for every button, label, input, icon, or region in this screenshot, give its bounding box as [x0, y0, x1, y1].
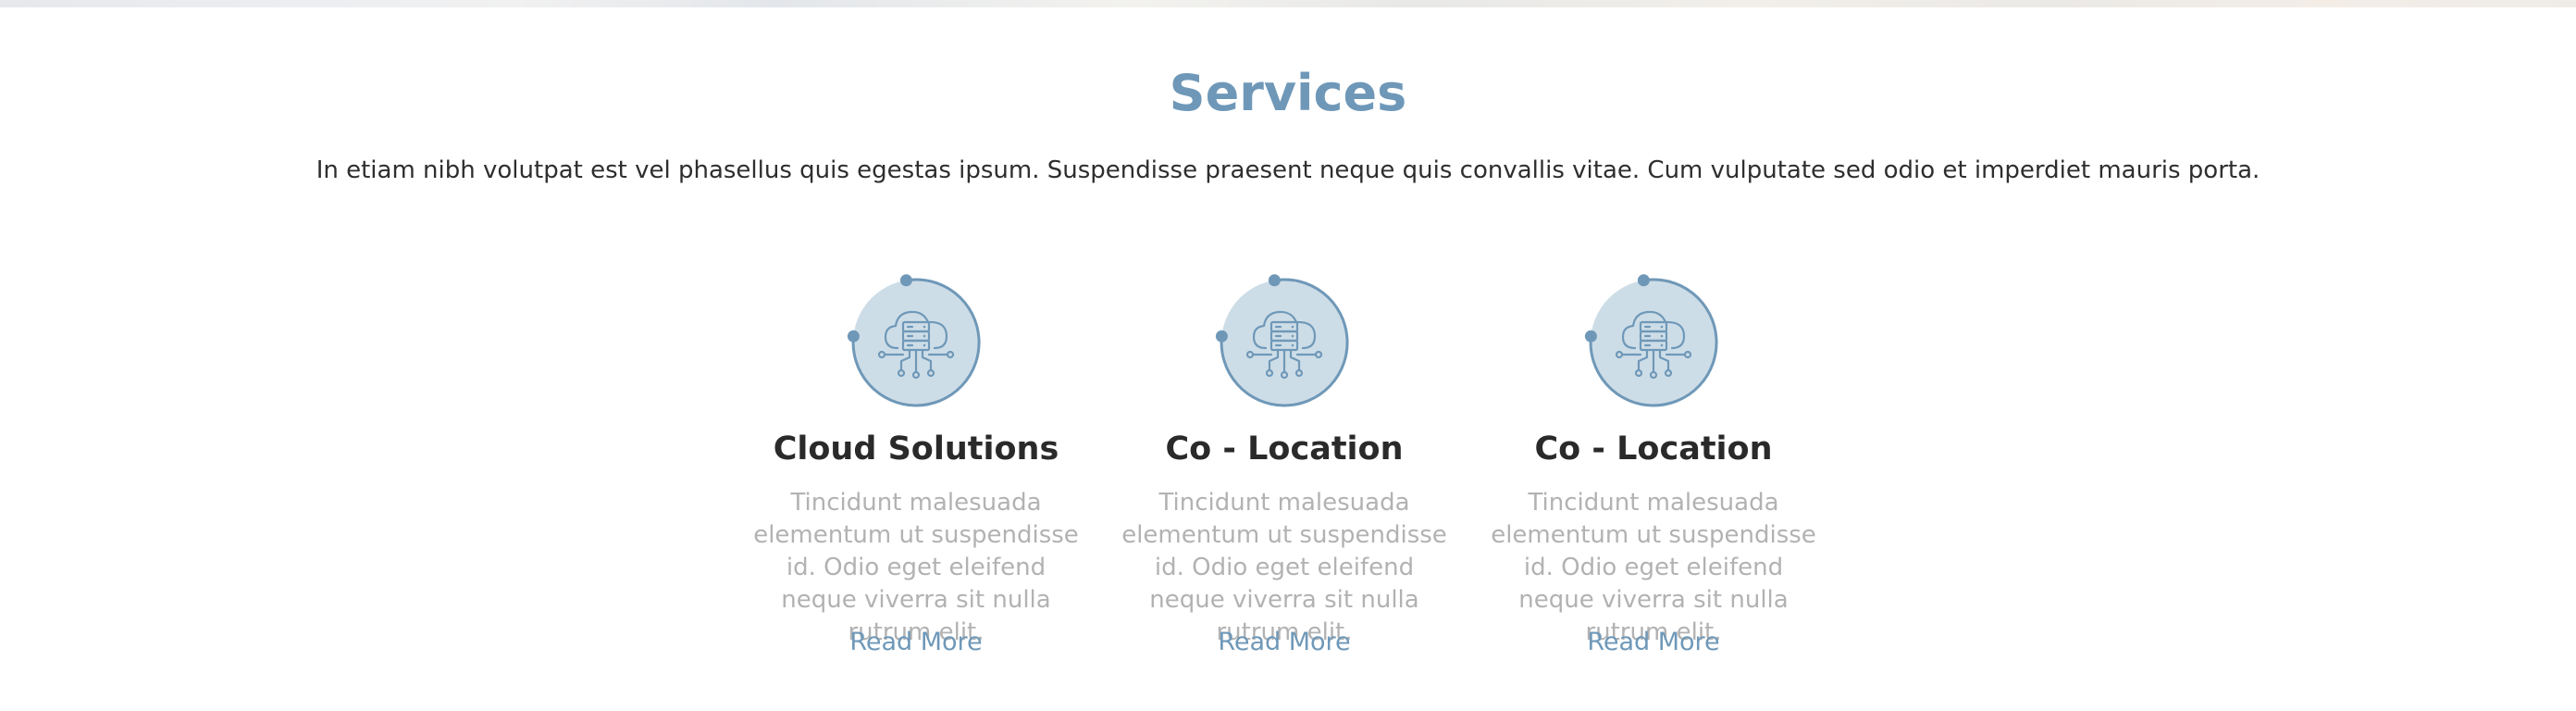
- read-more-link[interactable]: Read More: [731, 626, 1101, 659]
- section-title: Services: [1169, 64, 1407, 122]
- section-intro: In etiam nibh volutpat est vel phasellus…: [316, 156, 2260, 184]
- read-more-link[interactable]: Read More: [1099, 626, 1469, 659]
- service-card-description: Tincidunt malesuada elementum ut suspend…: [1491, 489, 1816, 646]
- service-card: Co - Location Tincidunt malesuada elemen…: [1468, 268, 1839, 676]
- read-more-link[interactable]: Read More: [1468, 626, 1839, 659]
- cloud-server-icon: [1579, 268, 1728, 417]
- service-card-description: Tincidunt malesuada elementum ut suspend…: [1121, 489, 1447, 646]
- services-cards: Cloud Solutions Tincidunt malesuada elem…: [0, 268, 2576, 676]
- cloud-server-icon: [1210, 268, 1358, 417]
- service-card-title: Co - Location: [1165, 430, 1404, 468]
- service-card-description: Tincidunt malesuada elementum ut suspend…: [753, 489, 1079, 646]
- cloud-server-icon: [842, 268, 990, 417]
- service-card: Co - Location Tincidunt malesuada elemen…: [1099, 268, 1469, 676]
- service-card-title: Cloud Solutions: [773, 430, 1059, 468]
- service-card: Cloud Solutions Tincidunt malesuada elem…: [731, 268, 1101, 676]
- service-card-title: Co - Location: [1534, 430, 1773, 468]
- services-section: Services In etiam nibh volutpat est vel …: [0, 0, 2576, 711]
